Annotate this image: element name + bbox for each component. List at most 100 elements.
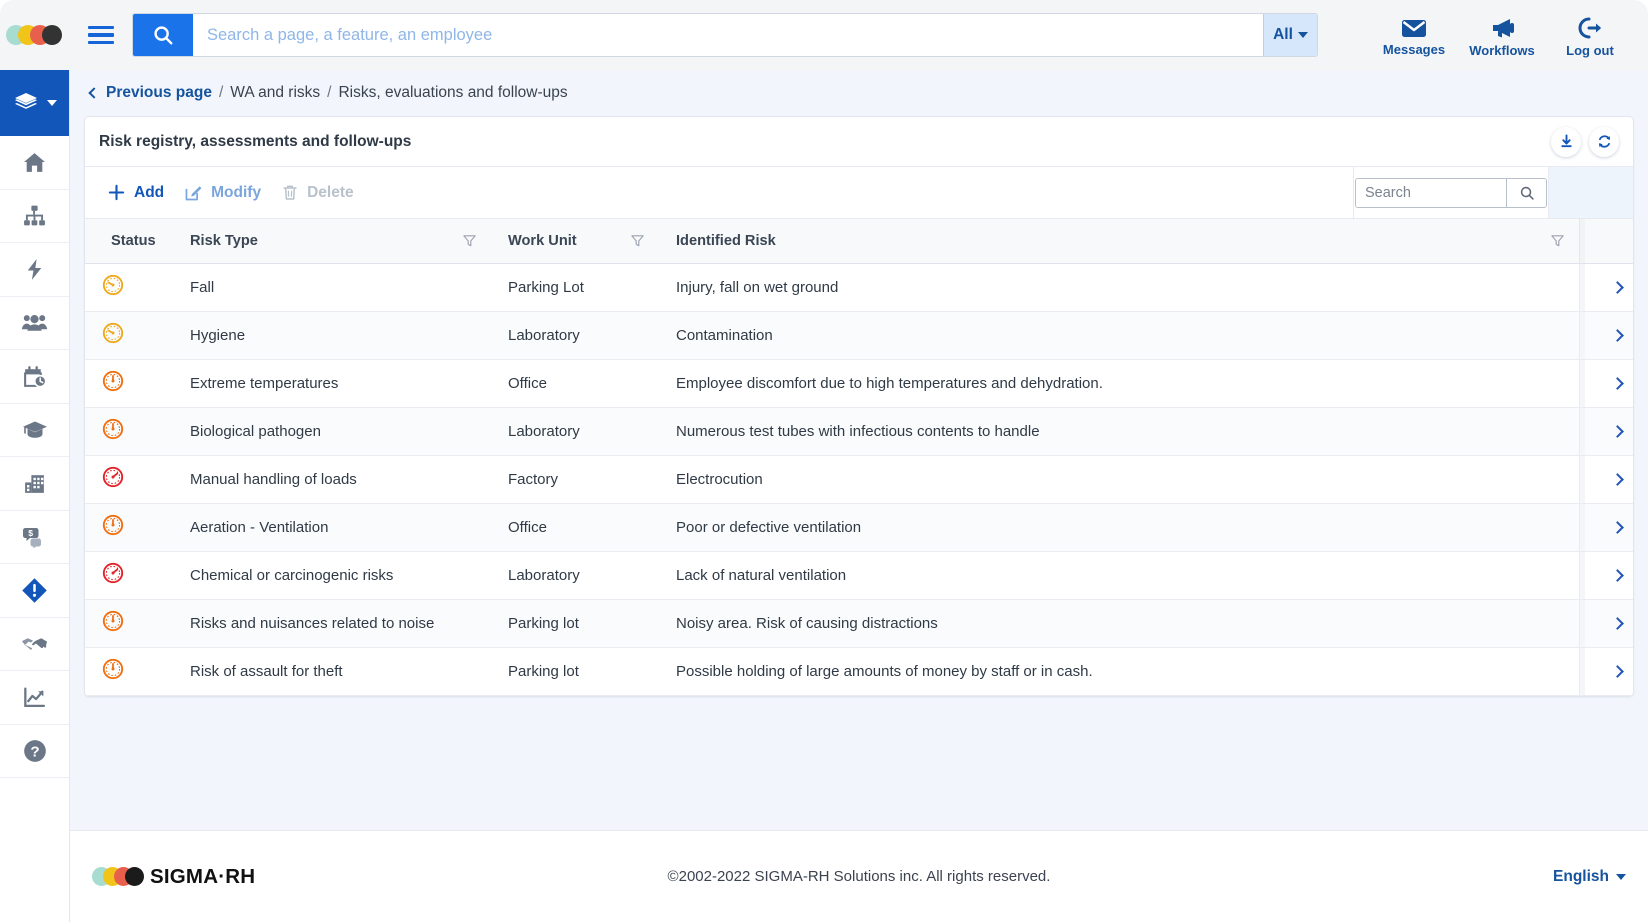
chevron-right-icon (1611, 280, 1624, 294)
edit-pencil-icon (185, 186, 202, 201)
table-row[interactable]: Risk of assault for theft Parking lot Poss… (85, 647, 1633, 696)
row-open-button[interactable] (1585, 599, 1633, 648)
sidebar-item-training[interactable] (0, 404, 69, 457)
cell-identified-risk: Injury, fall on wet ground (659, 263, 1579, 312)
modify-button[interactable]: Modify (178, 183, 275, 202)
sidebar-item-organization[interactable] (0, 190, 69, 243)
row-open-button[interactable] (1585, 647, 1633, 696)
svg-text:$: $ (28, 528, 33, 538)
sidebar-brand-menu[interactable] (0, 70, 69, 136)
filter-funnel-icon[interactable] (1550, 233, 1579, 248)
refresh-icon (1598, 135, 1610, 148)
messages-label: Messages (1382, 41, 1446, 57)
sidebar-item-home[interactable] (0, 136, 69, 190)
building-icon (25, 474, 44, 493)
refresh-button[interactable] (1589, 126, 1619, 157)
sidebar: $ ? (0, 70, 70, 922)
risk-gauge-icon (102, 514, 124, 536)
org-chart-icon (24, 205, 45, 226)
previous-page-link[interactable]: Previous page (88, 84, 212, 102)
megaphone-icon (1493, 18, 1514, 37)
footer: SIGMA·RH ©2002-2022 SIGMA-RH Solutions i… (70, 830, 1648, 922)
workflows-label: Workflows (1469, 42, 1535, 58)
table-row[interactable]: Hygiene Laboratory Contamination (85, 311, 1633, 360)
sidebar-item-employees[interactable] (0, 297, 69, 350)
filter-funnel-icon[interactable] (462, 233, 491, 248)
language-selector[interactable]: English (1553, 868, 1626, 886)
cell-identified-risk: Lack of natural ventilation (659, 551, 1579, 600)
cell-work-unit: Office (491, 503, 659, 552)
panel-header-actions (1551, 126, 1619, 157)
table-search-input[interactable] (1356, 178, 1506, 207)
messages-button[interactable]: Messages (1370, 14, 1458, 57)
column-header-work-unit: Work Unit (491, 219, 659, 264)
table-body: Fall Parking Lot Injury, fall on wet groun… (85, 263, 1633, 696)
row-open-button[interactable] (1585, 551, 1633, 600)
search-input[interactable] (193, 14, 1263, 56)
cell-status (85, 263, 173, 312)
table-search-cell (1353, 167, 1549, 218)
table-row[interactable]: Fall Parking Lot Injury, fall on wet groun… (85, 263, 1633, 312)
sidebar-item-time-attendance[interactable] (0, 350, 69, 404)
table-row[interactable]: Risks and nuisances related to noise Park… (85, 599, 1633, 648)
chevron-right-icon (1611, 376, 1624, 390)
row-open-button[interactable] (1585, 263, 1633, 312)
table-search (1355, 177, 1547, 208)
cell-status (85, 455, 173, 504)
search-scope-label: All (1273, 26, 1293, 43)
copyright-text: ©2002-2022 SIGMA-RH Solutions inc. All r… (667, 868, 1051, 885)
sidebar-item-labor-relations[interactable] (0, 618, 69, 671)
table-search-button[interactable] (1506, 178, 1546, 207)
cell-identified-risk: Electrocution (659, 455, 1579, 504)
row-open-button[interactable] (1585, 311, 1633, 360)
search-icon[interactable] (133, 14, 193, 56)
search-scope-select[interactable]: All (1263, 14, 1317, 56)
cell-risk-type: Hygiene (173, 311, 491, 360)
hamburger-icon[interactable] (70, 0, 132, 70)
row-open-button[interactable] (1585, 359, 1633, 408)
chevron-right-icon (1611, 616, 1624, 630)
chart-trend-icon (24, 687, 46, 707)
risk-gauge-icon (102, 274, 124, 296)
cell-risk-type: Risks and nuisances related to noise (173, 599, 491, 648)
logout-button[interactable]: Log out (1546, 13, 1634, 58)
cell-work-unit: Laboratory (491, 407, 659, 456)
sidebar-item-actions[interactable] (0, 243, 69, 297)
row-open-button[interactable] (1585, 407, 1633, 456)
add-button[interactable]: Add (101, 183, 178, 202)
cell-work-unit: Laboratory (491, 551, 659, 600)
cell-status (85, 359, 173, 408)
table-row[interactable]: Aeration - Ventilation Office Poor or defe… (85, 503, 1633, 552)
row-open-button[interactable] (1585, 503, 1633, 552)
cell-status (85, 407, 173, 456)
table-row[interactable]: Extreme temperatures Office Employee disco… (85, 359, 1633, 408)
cell-status (85, 599, 173, 648)
filter-funnel-icon[interactable] (630, 233, 659, 248)
chat-dollar-icon: $ (22, 527, 41, 549)
chevron-down-icon (1616, 873, 1626, 880)
risk-gauge-icon (102, 418, 124, 440)
sidebar-item-help[interactable]: ? (0, 725, 69, 778)
workflows-button[interactable]: Workflows (1458, 13, 1546, 58)
sidebar-item-health-safety[interactable] (0, 564, 69, 618)
cell-risk-type: Manual handling of loads (173, 455, 491, 504)
download-button[interactable] (1551, 126, 1581, 157)
breadcrumb-separator: / (218, 84, 224, 101)
table-row[interactable]: Chemical or carcinogenic risks Laboratory… (85, 551, 1633, 600)
chevron-right-icon (1611, 568, 1624, 582)
table-row[interactable]: Manual handling of loads Factory Electrocu… (85, 455, 1633, 504)
breadcrumb-item-2: Risks, evaluations and follow-ups (338, 84, 568, 101)
table-row[interactable]: Biological pathogen Laboratory Numerous te… (85, 407, 1633, 456)
sidebar-item-company[interactable] (0, 457, 69, 511)
breadcrumb-item-1[interactable]: WA and risks (230, 84, 320, 102)
risk-gauge-icon (102, 370, 124, 392)
chevron-left-icon (88, 87, 100, 99)
risk-gauge-icon (102, 322, 124, 344)
cell-status (85, 503, 173, 552)
cell-risk-type: Extreme temperatures (173, 359, 491, 408)
home-icon (24, 152, 45, 172)
row-open-button[interactable] (1585, 455, 1633, 504)
graduation-cap-icon (22, 421, 47, 439)
sidebar-item-payroll[interactable]: $ (0, 511, 69, 564)
sidebar-item-analytics[interactable] (0, 671, 69, 725)
